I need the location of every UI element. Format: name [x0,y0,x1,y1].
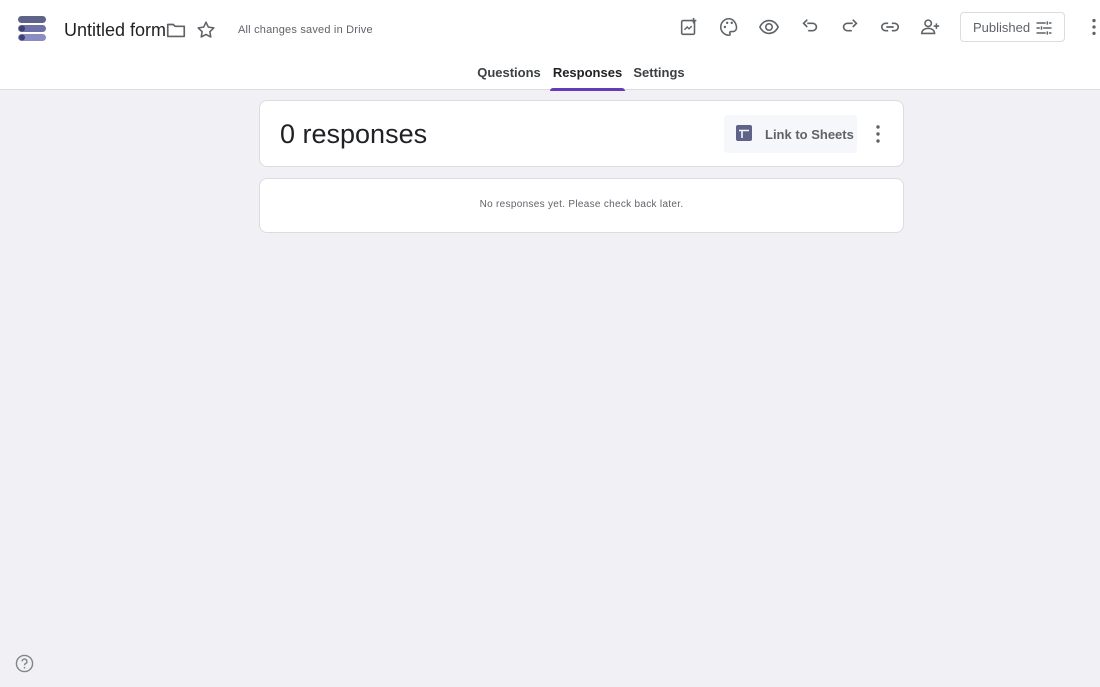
link-to-sheets-label: Link to Sheets [765,127,854,142]
empty-responses-message: No responses yet. Please check back late… [479,199,684,210]
form-tabs: Questions Responses Settings [0,62,1100,91]
form-title[interactable]: Untitled form [64,19,166,41]
link-to-sheets-button[interactable]: Link to Sheets [724,115,857,153]
active-tab-indicator [550,88,625,91]
tune-icon [1034,18,1054,38]
tab-questions[interactable]: Questions [474,65,544,90]
add-collaborator-icon[interactable] [916,13,944,41]
star-icon[interactable] [192,16,220,44]
undo-icon[interactable] [796,13,824,41]
empty-responses-card: No responses yet. Please check back late… [259,178,904,233]
published-button[interactable]: Published [960,12,1065,42]
responses-count: 0 responses [280,119,428,149]
save-status: All changes saved in Drive [238,24,373,36]
addon-icon[interactable] [675,13,703,41]
tab-settings[interactable]: Settings [630,65,688,90]
redo-icon[interactable] [836,13,864,41]
preview-eye-icon[interactable] [755,13,783,41]
app-header: Untitled form All changes saved in Drive… [0,0,1100,91]
sheets-icon [736,125,752,141]
more-vert-icon[interactable] [1082,13,1100,41]
forms-logo-icon[interactable] [18,14,46,42]
help-icon[interactable] [15,654,34,673]
tab-responses[interactable]: Responses [550,65,625,90]
responses-more-icon[interactable] [866,121,890,147]
published-label: Published [973,19,1031,35]
folder-icon[interactable] [162,16,190,44]
link-icon[interactable] [876,13,904,41]
palette-icon[interactable] [715,13,743,41]
responses-summary-card: 0 responses Link to Sheets [259,100,904,167]
